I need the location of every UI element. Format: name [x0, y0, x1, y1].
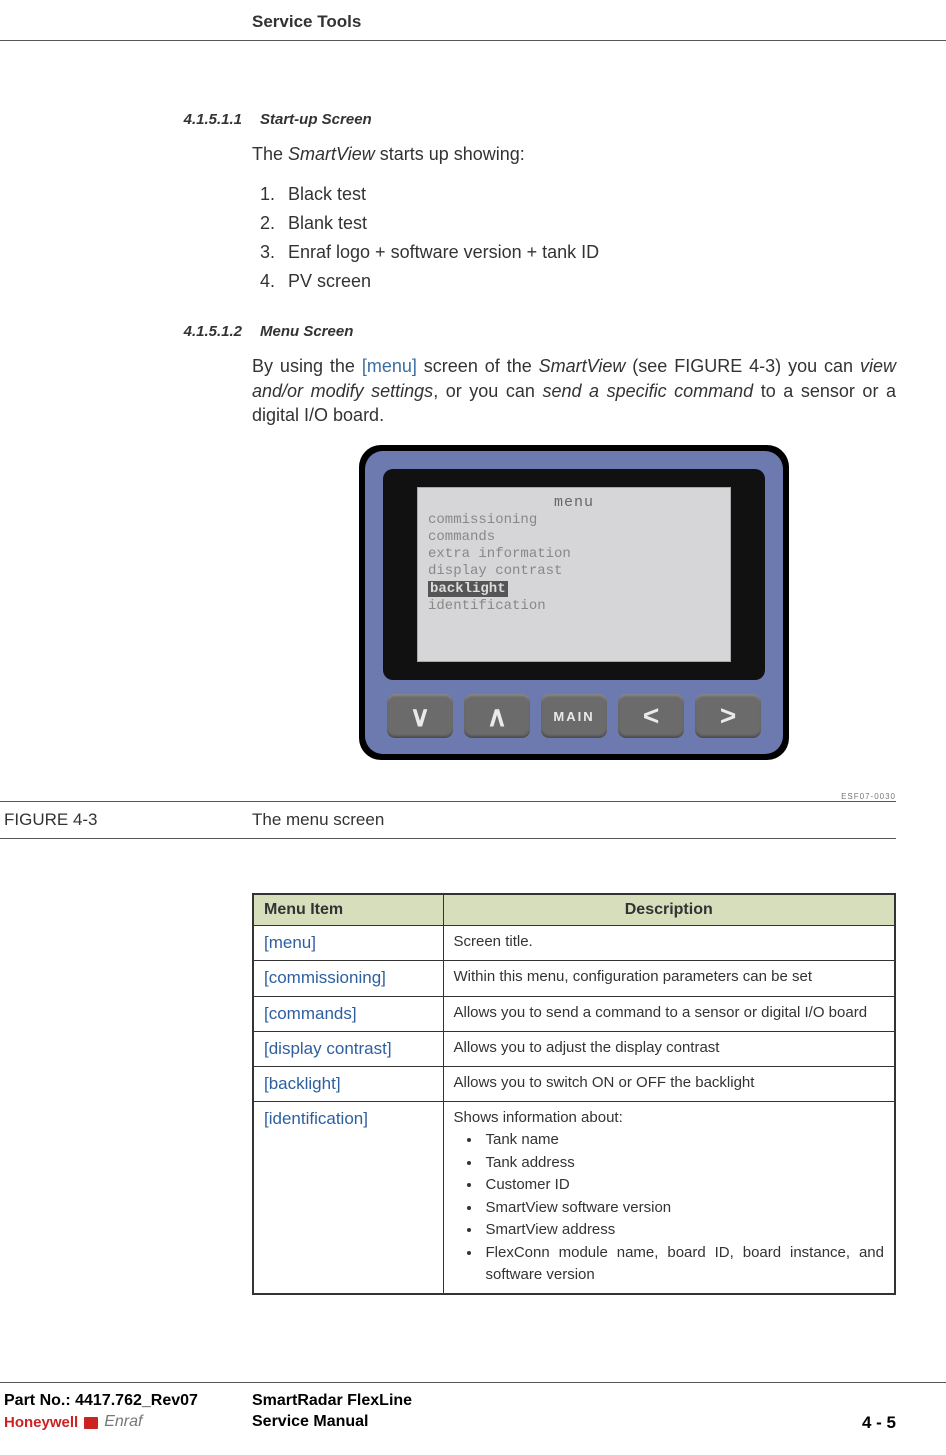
menu-desc-cell: Shows information about: Tank name Tank …	[443, 1101, 895, 1294]
menu-item-cell: [backlight]	[253, 1066, 443, 1101]
text: (see FIGURE 4-3) you can	[625, 356, 860, 376]
text: screen of the	[417, 356, 539, 376]
list-item: Blank test	[280, 209, 896, 238]
table-row: [commissioning] Within this menu, config…	[253, 961, 895, 996]
menu-item-cell: [identification]	[253, 1101, 443, 1294]
figure-reference-code: ESF07-0030	[0, 792, 946, 801]
part-number: Part No.: 4417.762_Rev07	[4, 1391, 252, 1412]
heading-number-2: 4.1.5.1.2	[160, 323, 242, 340]
screen-title: menu	[428, 494, 720, 512]
hardware-button-row: ∨ ∧ MAIN < >	[383, 694, 765, 740]
partno-label: Part No.:	[4, 1392, 75, 1409]
partno-value: 4417.762_Rev07	[75, 1392, 198, 1409]
figure-label: FIGURE 4-3	[0, 810, 252, 830]
down-button[interactable]: ∨	[387, 694, 453, 738]
startup-list: Black test Blank test Enraf logo + softw…	[252, 180, 896, 295]
smartview-device: menu commissioning commands extra inform…	[359, 445, 789, 760]
menu-desc-cell: Allows you to adjust the display contras…	[443, 1031, 895, 1066]
list-item: PV screen	[280, 267, 896, 296]
text: starts up showing:	[375, 144, 525, 164]
menu-desc-cell: Screen title.	[443, 926, 895, 961]
menu-screen-intro: By using the [menu] screen of the SmartV…	[252, 354, 896, 427]
table-row: [menu] Screen title.	[253, 926, 895, 961]
table-header-item: Menu Item	[253, 894, 443, 926]
heading-number-1: 4.1.5.1.1	[160, 111, 242, 128]
menu-tag: [menu]	[362, 356, 417, 376]
menu-item-cell: [menu]	[253, 926, 443, 961]
text: By using the	[252, 356, 362, 376]
smartview-em: SmartView	[288, 144, 375, 164]
table-row: [display contrast] Allows you to adjust …	[253, 1031, 895, 1066]
list-item: SmartView software version	[482, 1197, 885, 1220]
page-number: 4 - 5	[862, 1391, 946, 1433]
list-item: Customer ID	[482, 1174, 885, 1197]
table-row: [identification] Shows information about…	[253, 1101, 895, 1294]
screen-line-selected: backlight	[428, 581, 508, 598]
left-button[interactable]: <	[618, 694, 684, 738]
menu-item-cell: [display contrast]	[253, 1031, 443, 1066]
table-row: [commands] Allows you to send a command …	[253, 996, 895, 1031]
list-item: Tank address	[482, 1152, 885, 1175]
list-item: Black test	[280, 180, 896, 209]
honeywell-bar-icon	[84, 1417, 98, 1429]
text: , or you can	[433, 381, 542, 401]
text: The	[252, 144, 288, 164]
screen-line: display contrast	[428, 563, 720, 580]
figure-caption-row: FIGURE 4-3 The menu screen	[0, 801, 896, 839]
menu-desc-cell: Allows you to switch ON or OFF the backl…	[443, 1066, 895, 1101]
list-item: FlexConn module name, board ID, board in…	[482, 1242, 885, 1287]
right-button[interactable]: >	[695, 694, 761, 738]
identification-intro: Shows information about:	[454, 1109, 623, 1126]
device-screen: menu commissioning commands extra inform…	[417, 487, 731, 662]
menu-desc-cell: Allows you to send a command to a sensor…	[443, 996, 895, 1031]
em-text: send a specific command	[542, 381, 753, 401]
heading-title-2: Menu Screen	[260, 323, 353, 340]
heading-title-1: Start-up Screen	[260, 111, 372, 128]
menu-item-cell: [commissioning]	[253, 961, 443, 996]
screen-line: commissioning	[428, 512, 720, 529]
figure-caption: The menu screen	[252, 810, 384, 830]
doc-title-2: Service Manual	[252, 1412, 412, 1433]
identification-list: Tank name Tank address Customer ID Smart…	[454, 1129, 885, 1287]
startup-intro: The SmartView starts up showing:	[252, 142, 896, 166]
enraf-logo: Enraf	[104, 1412, 142, 1433]
page-footer: Part No.: 4417.762_Rev07 Honeywell Enraf…	[0, 1382, 946, 1433]
honeywell-logo: Honeywell	[4, 1413, 78, 1433]
screen-line: commands	[428, 529, 720, 546]
menu-item-cell: [commands]	[253, 996, 443, 1031]
list-item: Enraf logo + software version + tank ID	[280, 238, 896, 267]
screen-line: identification	[428, 598, 720, 615]
table-header-desc: Description	[443, 894, 895, 926]
table-row: [backlight] Allows you to switch ON or O…	[253, 1066, 895, 1101]
section-title: Service Tools	[252, 12, 946, 32]
menu-desc-cell: Within this menu, configuration paramete…	[443, 961, 895, 996]
up-button[interactable]: ∧	[464, 694, 530, 738]
doc-title-1: SmartRadar FlexLine	[252, 1391, 412, 1412]
smartview-em: SmartView	[539, 356, 626, 376]
device-screen-frame: menu commissioning commands extra inform…	[383, 469, 765, 680]
menu-item-table: Menu Item Description [menu] Screen titl…	[252, 893, 896, 1294]
main-button[interactable]: MAIN	[541, 694, 607, 738]
list-item: Tank name	[482, 1129, 885, 1152]
screen-line: extra information	[428, 546, 720, 563]
list-item: SmartView address	[482, 1219, 885, 1242]
brand-logo: Honeywell Enraf	[4, 1412, 252, 1433]
device-bezel: menu commissioning commands extra inform…	[365, 451, 783, 754]
